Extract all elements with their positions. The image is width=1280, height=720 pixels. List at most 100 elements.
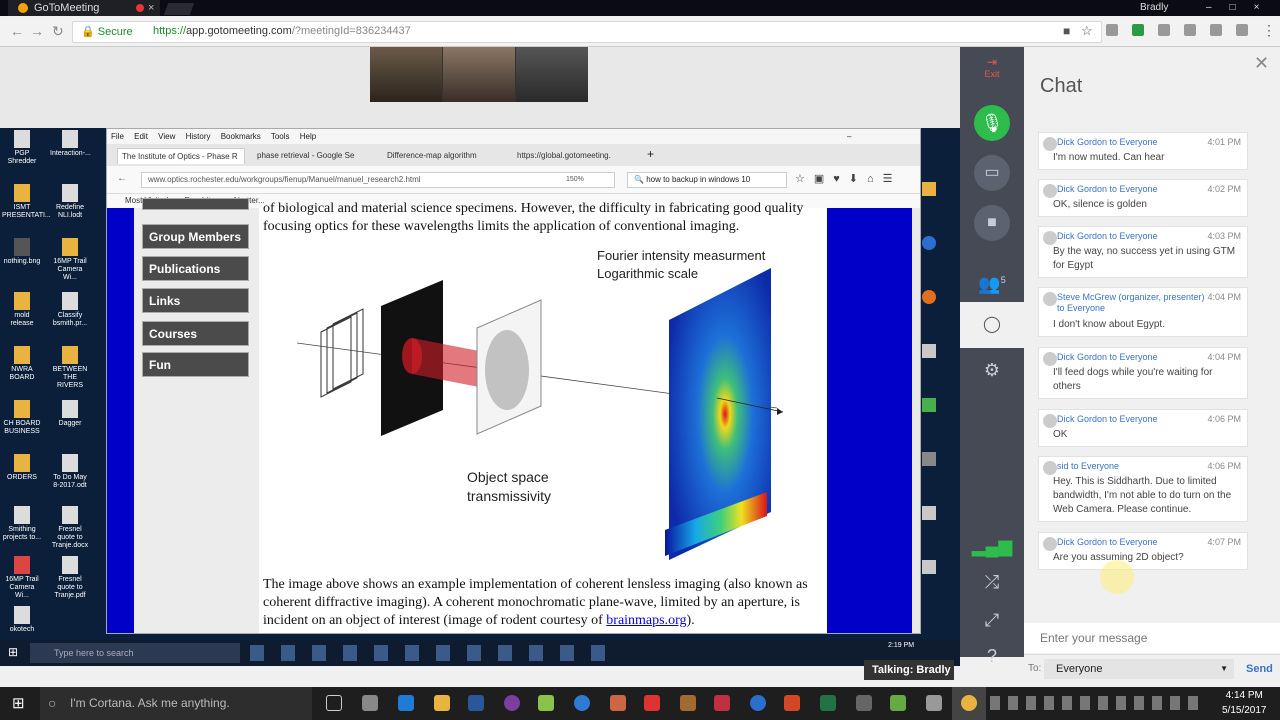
reload-icon[interactable]: ↻	[52, 23, 64, 40]
zoom-level[interactable]: 150%	[566, 173, 584, 187]
send-button[interactable]: Send	[1246, 663, 1273, 675]
nav-publications[interactable]: Publications	[142, 256, 249, 281]
desktop-icon[interactable]	[922, 344, 936, 358]
file-explorer-icon[interactable]	[434, 695, 450, 711]
nav-fun[interactable]: Fun	[142, 352, 249, 377]
desktop-icon[interactable]: Smithing projects to...	[2, 506, 42, 542]
taskbar-app-icon[interactable]	[362, 695, 378, 711]
forward-icon[interactable]: →	[30, 23, 44, 39]
nav-courses[interactable]: Courses	[142, 321, 249, 346]
desktop-icon[interactable]	[922, 506, 936, 520]
extension-icon[interactable]	[1184, 24, 1196, 36]
webcam-feed[interactable]	[443, 47, 515, 102]
desktop-icon[interactable]: okotech	[2, 606, 42, 634]
desktop-icon[interactable]	[922, 290, 936, 304]
menu-history[interactable]: History	[186, 132, 211, 141]
exit-button[interactable]: ⇥ Exit	[960, 55, 1024, 79]
desktop-icon[interactable]	[922, 236, 936, 250]
close-tab-icon[interactable]: ×	[148, 0, 154, 16]
microphone-button[interactable]: 🎙	[974, 105, 1010, 141]
desktop-icon[interactable]: NWRA BOARD	[2, 346, 42, 382]
desktop-icon[interactable]: To Do May 8-2017.odt	[50, 454, 90, 490]
cortana-search[interactable]: ○ I'm Cortana. Ask me anything.	[40, 687, 312, 720]
back-icon[interactable]: ←	[117, 173, 127, 184]
message-input[interactable]: Enter your message	[1024, 623, 1280, 653]
nav-links[interactable]: Links	[142, 288, 249, 313]
camera-icon[interactable]: ■	[1063, 24, 1070, 38]
taskbar-app-icon[interactable]	[750, 695, 766, 711]
desktop-icon[interactable]: 16MP Trail Camera Wi...	[50, 238, 90, 282]
desktop-icon[interactable]: 16MP Trail Camera Wi...	[2, 556, 42, 600]
nav-item[interactable]	[142, 198, 249, 210]
desktop-icon[interactable]: CH BOARD BUSINESS	[2, 400, 42, 436]
settings-icon[interactable]: ⚙	[960, 348, 1024, 392]
screen-share-button[interactable]: ▭	[974, 155, 1010, 191]
windows-start-icon[interactable]: ⊞	[12, 694, 25, 712]
attendees-button[interactable]: 👥5	[960, 258, 1024, 302]
task-view-icon[interactable]	[326, 695, 342, 711]
edge-icon[interactable]	[398, 695, 414, 711]
shared-taskbar-apps[interactable]	[250, 645, 610, 661]
webcam-feed[interactable]	[516, 47, 588, 102]
extension-icon[interactable]	[1210, 24, 1222, 36]
desktop-icon[interactable]: PGP Shredder	[2, 130, 42, 166]
extension-icon[interactable]	[1158, 24, 1170, 36]
desktop-icon[interactable]: ORDERS	[2, 454, 42, 482]
menu-bookmarks[interactable]: Bookmarks	[221, 132, 261, 141]
new-tab-button[interactable]	[163, 3, 195, 15]
window-controls[interactable]: –□×	[1206, 0, 1277, 16]
taskbar-app-icon[interactable]	[574, 695, 590, 711]
extension-icon[interactable]	[1236, 24, 1248, 36]
desktop-icon[interactable]: Classify bsmith.pr...	[50, 292, 90, 328]
desktop-icon[interactable]: mold release	[2, 292, 42, 328]
powerpoint-icon[interactable]	[784, 695, 800, 711]
desktop-icon[interactable]	[922, 452, 936, 466]
system-tray-icons[interactable]	[990, 696, 1200, 710]
address-bar[interactable]: 🔒 Secure https://app.gotomeeting.com/?me…	[72, 21, 1102, 43]
menu-icon[interactable]: ⋮	[1262, 22, 1276, 39]
desktop-icon[interactable]	[922, 398, 936, 412]
recipient-dropdown[interactable]: Everyone ▼	[1044, 659, 1234, 679]
extension-icon[interactable]	[1132, 24, 1144, 36]
shared-taskbar-search[interactable]: Type here to search	[30, 643, 240, 663]
menu-edit[interactable]: Edit	[134, 132, 148, 141]
calculator-icon[interactable]	[926, 695, 942, 711]
firefox-tab[interactable]: https://global.gotomeeting.	[513, 148, 633, 164]
taskbar-app-icon[interactable]	[610, 695, 626, 711]
firefox-tab[interactable]: Difference-map algorithm	[383, 148, 503, 164]
firefox-toolbar-icons[interactable]: ☆▣♥⬇⌂☰	[795, 172, 902, 185]
chrome-taskbar-item[interactable]	[952, 687, 986, 720]
close-icon[interactable]: ✕	[1254, 53, 1269, 74]
taskbar-app-icon[interactable]	[644, 695, 660, 711]
excel-icon[interactable]	[820, 695, 836, 711]
menu-view[interactable]: View	[158, 132, 175, 141]
desktop-icon[interactable]: Fresnel quote to Tranje.pdf	[50, 556, 90, 600]
page-scrollbar[interactable]	[912, 208, 920, 633]
desktop-icon[interactable]: nothing.bng	[2, 238, 42, 266]
menu-tools[interactable]: Tools	[271, 132, 290, 141]
chat-tab[interactable]: ◯	[960, 302, 1024, 348]
firefox-search-field[interactable]: 🔍 how to backup in windows 10	[627, 172, 787, 188]
desktop-icon[interactable]: Dagger	[50, 400, 90, 428]
firefox-tab[interactable]: The Institute of Optics - Phase R	[117, 148, 245, 164]
extension-icon[interactable]	[1106, 24, 1118, 36]
taskbar-app-icon[interactable]	[504, 695, 520, 711]
desktop-icon[interactable]	[922, 182, 936, 196]
new-tab-button[interactable]: +	[647, 147, 654, 161]
desktop-icon[interactable]: Fresnel quote to Tranje.docx	[50, 506, 90, 550]
nav-group-members[interactable]: Group Members	[142, 224, 249, 249]
word-icon[interactable]	[468, 695, 484, 711]
menu-help[interactable]: Help	[300, 132, 316, 141]
desktop-icon[interactable]: BETWEEN THE RIVERS	[50, 346, 90, 390]
webcam-feed[interactable]	[370, 47, 442, 102]
desktop-icon[interactable]	[922, 560, 936, 574]
brainmaps-link[interactable]: brainmaps.org	[606, 613, 686, 628]
profile-name[interactable]: Bradly	[1140, 0, 1168, 16]
star-icon[interactable]: ☆	[1081, 23, 1093, 39]
firefox-tab[interactable]: phase retrieval - Google Se	[253, 148, 373, 164]
help-icon[interactable]: ?	[960, 634, 1024, 678]
desktop-icon[interactable]: Interaction-...	[50, 130, 91, 158]
taskbar-app-icon[interactable]	[538, 695, 554, 711]
browser-tab[interactable]: GoToMeeting ×	[8, 0, 160, 16]
webcam-button[interactable]: ■	[974, 205, 1010, 241]
